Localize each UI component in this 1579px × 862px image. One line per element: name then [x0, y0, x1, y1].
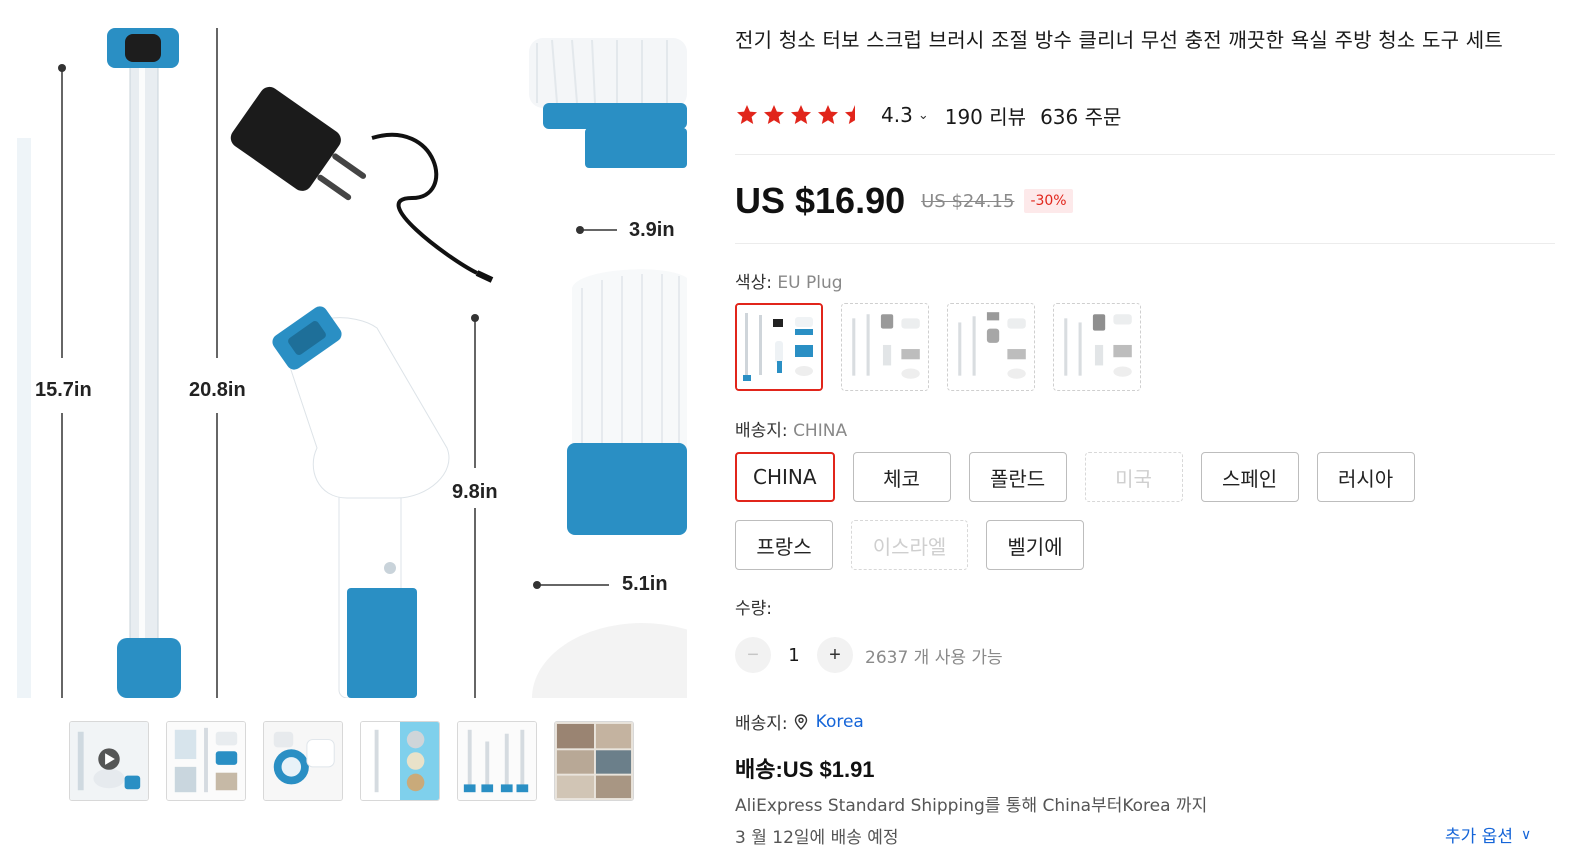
- ship-option-usa[interactable]: 미국: [1084, 452, 1183, 502]
- price-row: US $16.90 US $24.15 -30%: [735, 180, 1073, 222]
- dim-label-2: 20.8in: [189, 379, 246, 401]
- chevron-down-icon[interactable]: ⌄: [918, 108, 929, 123]
- original-price: US $24.15: [921, 190, 1015, 212]
- half-star-icon: [845, 105, 865, 124]
- dim-label-5: 5.1in: [622, 573, 668, 595]
- color-label-row: 색상: EU Plug: [735, 268, 843, 293]
- ship-option-belgium[interactable]: 벨기에: [986, 520, 1084, 570]
- thumbnail-2[interactable]: [166, 721, 246, 801]
- ship-from-options: CHINA 체코 폴란드 미국 스페인 러시아 프랑스 이스라엘 벨기에: [735, 452, 1515, 570]
- shipping-method: AliExpress Standard Shipping를 통해 China부터…: [735, 796, 1208, 816]
- quantity-increase-button[interactable]: +: [817, 637, 853, 673]
- color-options: [735, 303, 1141, 391]
- dim-label-1: 15.7in: [35, 379, 92, 401]
- star-rating: [735, 103, 867, 127]
- delivery-estimate: 3 월 12일에 배송 예정: [735, 828, 899, 848]
- quantity-label: 수량:: [735, 599, 773, 619]
- product-info: 전기 청소 터보 스크럽 브러시 조절 방수 클리너 무선 충전 깨끗한 욕실 …: [735, 26, 1555, 54]
- star-icon: [818, 105, 838, 124]
- discount-badge: -30%: [1024, 189, 1073, 213]
- chevron-down-icon: ∨: [1520, 826, 1532, 843]
- product-title: 전기 청소 터보 스크럽 브러시 조절 방수 클리너 무선 충전 깨끗한 욕실 …: [735, 28, 1503, 52]
- dim-label-3: 9.8in: [452, 481, 498, 503]
- star-icon: [791, 105, 811, 124]
- thumbnail-video[interactable]: [69, 721, 149, 801]
- color-option-3[interactable]: [947, 303, 1035, 391]
- ship-option-china[interactable]: CHINA: [735, 452, 835, 502]
- review-count[interactable]: 190 리뷰: [945, 101, 1026, 130]
- order-count: 636 주문: [1040, 104, 1122, 129]
- ship-from-label: 배송지:: [735, 421, 788, 441]
- shipping-cost: 배송:US $1.91: [735, 757, 875, 782]
- main-product-image[interactable]: 15.7in 20.8in 9.8in 3.9in 5.1in: [17, 28, 687, 698]
- ship-from-selected: CHINA: [793, 421, 848, 441]
- more-options-link[interactable]: 추가 옵션 ∨: [1445, 822, 1532, 848]
- star-icon: [737, 105, 757, 124]
- ship-from-label-row: 배송지: CHINA: [735, 416, 847, 441]
- thumbnail-3[interactable]: [263, 721, 343, 801]
- divider: [735, 154, 1555, 155]
- star-icon: [764, 105, 784, 124]
- ship-to-country-link[interactable]: Korea: [816, 712, 864, 732]
- more-options-label: 추가 옵션: [1445, 827, 1513, 847]
- thumbnail-strip: [69, 721, 634, 801]
- dim-label-4: 3.9in: [629, 219, 675, 241]
- quantity-value[interactable]: 1: [771, 645, 817, 666]
- thumbnail-5[interactable]: [457, 721, 537, 801]
- divider: [735, 243, 1555, 244]
- rating-row: 4.3 ⌄ 190 리뷰 636 주문: [735, 101, 1121, 129]
- ship-option-czech[interactable]: 체코: [852, 452, 951, 502]
- rating-value[interactable]: 4.3: [881, 103, 913, 127]
- ship-to-row: 배송지: Korea: [735, 709, 864, 735]
- ship-to-label: 배송지:: [735, 714, 788, 734]
- ship-option-france[interactable]: 프랑스: [735, 520, 833, 570]
- current-price: US $16.90: [735, 180, 906, 221]
- location-pin-icon: [794, 713, 807, 730]
- color-label: 색상:: [735, 273, 773, 293]
- color-option-1[interactable]: [735, 303, 823, 391]
- color-option-2[interactable]: [841, 303, 929, 391]
- thumbnail-6[interactable]: [554, 721, 634, 801]
- ship-option-spain[interactable]: 스페인: [1200, 452, 1299, 502]
- thumbnail-4[interactable]: [360, 721, 440, 801]
- quantity-decrease-button[interactable]: −: [735, 637, 771, 673]
- color-selected: EU Plug: [777, 273, 843, 293]
- quantity-available: 2637 개 사용 가능: [865, 647, 1003, 668]
- color-option-4[interactable]: [1053, 303, 1141, 391]
- ship-option-israel[interactable]: 이스라엘: [851, 520, 968, 570]
- ship-option-russia[interactable]: 러시아: [1316, 452, 1415, 502]
- ship-option-poland[interactable]: 폴란드: [968, 452, 1067, 502]
- quantity-stepper: − 1 + 2637 개 사용 가능: [735, 637, 1003, 673]
